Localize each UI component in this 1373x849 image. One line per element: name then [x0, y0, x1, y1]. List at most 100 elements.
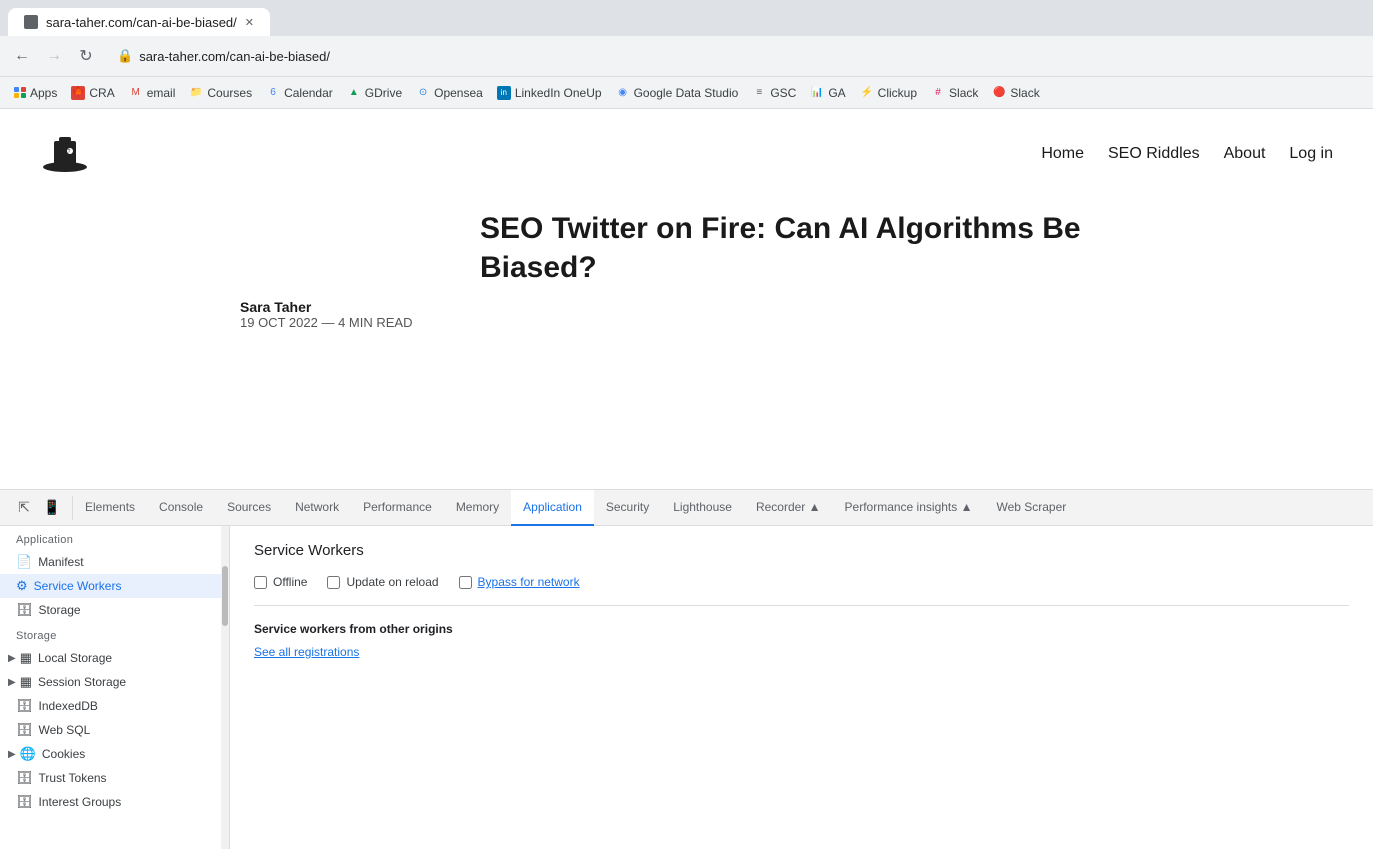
tab-web-scraper[interactable]: Web Scraper [984, 490, 1078, 526]
bookmark-google-data-studio[interactable]: ◉ Google Data Studio [610, 81, 745, 105]
tab-close-button[interactable]: ✕ [245, 16, 254, 29]
article-date: 19 OCT 2022 — 4 MIN READ [240, 315, 412, 330]
update-label: Update on reload [346, 575, 438, 589]
address-text: sara-taher.com/can-ai-be-biased/ [139, 49, 330, 64]
other-origins-section: Service workers from other origins See a… [254, 622, 1349, 659]
cookies-arrow-icon: ▶ [8, 749, 16, 760]
bookmark-ga[interactable]: 📊 GA [804, 81, 851, 105]
site-logo: ? [40, 129, 90, 179]
gsc-icon: ≡ [752, 86, 766, 100]
bookmark-linkedin[interactable]: in LinkedIn OneUp [491, 81, 608, 105]
offline-option[interactable]: Offline [254, 575, 307, 589]
bookmark-slack2[interactable]: 🔴 Slack [986, 81, 1045, 105]
address-bar[interactable]: 🔒 sara-taher.com/can-ai-be-biased/ [104, 42, 1365, 70]
sidebar-item-trust-tokens[interactable]: 🗄 Trust Tokens [0, 766, 221, 790]
bookmark-gdrive-label: GDrive [365, 86, 402, 100]
service-workers-icon: ⚙ [16, 578, 28, 594]
service-workers-title: Service Workers [254, 542, 1349, 559]
sidebar-application-label: Application [0, 526, 221, 550]
devtools-device-icon[interactable]: 📱 [40, 496, 64, 520]
courses-icon: 📁 [189, 86, 203, 100]
site-header: ? Home SEO Riddles About Log in [0, 129, 1373, 199]
sidebar-item-service-workers[interactable]: ⚙ Service Workers [0, 574, 221, 598]
bookmark-apps[interactable]: Apps [8, 81, 63, 105]
sidebar-item-cookies[interactable]: ▶ 🌐 Cookies [0, 742, 221, 766]
bookmark-apps-label: Apps [30, 86, 57, 100]
tab-application[interactable]: Application [511, 490, 594, 526]
reload-button[interactable]: ↻ [72, 42, 100, 70]
tab-memory[interactable]: Memory [444, 490, 511, 526]
article-author: Sara Taher [240, 299, 311, 315]
session-storage-icon: ▦ [20, 674, 32, 690]
bookmark-gdrive[interactable]: ▲ GDrive [341, 81, 408, 105]
bookmarks-bar: Apps 🍁 CRA M email 📁 Courses 6 Calendar … [0, 76, 1373, 108]
bookmark-calendar[interactable]: 6 Calendar [260, 81, 339, 105]
nav-seo-riddles[interactable]: SEO Riddles [1108, 145, 1200, 163]
sidebar-item-storage[interactable]: 🗄 Storage [0, 598, 221, 622]
bypass-checkbox[interactable] [459, 576, 472, 589]
sidebar-scrollbar-thumb[interactable] [222, 566, 228, 626]
update-checkbox[interactable] [327, 576, 340, 589]
offline-label: Offline [273, 575, 307, 589]
devtools-sidebar: Application 📄 Manifest ⚙ Service Workers… [0, 526, 230, 849]
opensea-icon: ⊙ [416, 86, 430, 100]
article-section: SEO Twitter on Fire: Can AI Algorithms B… [0, 199, 1373, 350]
tab-elements[interactable]: Elements [73, 490, 147, 526]
devtools-cursor-icon[interactable]: ⇱ [12, 496, 36, 520]
bookmark-clickup[interactable]: ⚡ Clickup [854, 81, 923, 105]
tab-performance[interactable]: Performance [351, 490, 444, 526]
email-icon: M [129, 86, 143, 100]
sidebar-item-web-sql[interactable]: 🗄 Web SQL [0, 718, 221, 742]
local-storage-arrow-icon: ▶ [8, 653, 16, 664]
offline-checkbox[interactable] [254, 576, 267, 589]
svg-text:?: ? [68, 149, 71, 155]
devtools-main-panel: Service Workers Offline Update on reload… [230, 526, 1373, 849]
tab-performance-insights[interactable]: Performance insights ▲ [833, 490, 985, 526]
linkedin-icon: in [497, 86, 511, 100]
back-button[interactable]: ← [8, 42, 36, 70]
see-all-registrations-link[interactable]: See all registrations [254, 645, 359, 659]
website-area: ? Home SEO Riddles About Log in SEO Twit… [0, 109, 1373, 489]
forward-button[interactable]: → [40, 42, 68, 70]
nav-about[interactable]: About [1224, 145, 1266, 163]
nav-login[interactable]: Log in [1289, 145, 1333, 163]
clickup-icon: ⚡ [860, 86, 874, 100]
sidebar-item-manifest[interactable]: 📄 Manifest [0, 550, 221, 574]
bookmark-courses[interactable]: 📁 Courses [183, 81, 258, 105]
sidebar-item-session-storage[interactable]: ▶ ▦ Session Storage [0, 670, 221, 694]
bookmark-cra[interactable]: 🍁 CRA [65, 81, 120, 105]
tab-sources[interactable]: Sources [215, 490, 283, 526]
bookmark-slack1-label: Slack [949, 86, 978, 100]
bookmark-gsc[interactable]: ≡ GSC [746, 81, 802, 105]
bookmark-ga-label: GA [828, 86, 845, 100]
bypass-link[interactable]: Bypass for network [478, 575, 580, 589]
devtools-tabs: ⇱ 📱 Elements Console Sources Network Per… [0, 490, 1373, 526]
article-meta: Sara Taher 19 OCT 2022 — 4 MIN READ [240, 299, 1333, 330]
bypass-for-network-option[interactable]: Bypass for network [459, 575, 580, 589]
bookmark-clickup-label: Clickup [878, 86, 917, 100]
bookmark-email-label: email [147, 86, 176, 100]
address-bar-row: ← → ↻ 🔒 sara-taher.com/can-ai-be-biased/ [0, 36, 1373, 76]
sidebar-item-local-storage[interactable]: ▶ ▦ Local Storage [0, 646, 221, 670]
bookmark-opensea[interactable]: ⊙ Opensea [410, 81, 489, 105]
tab-recorder[interactable]: Recorder ▲ [744, 490, 833, 526]
tab-network[interactable]: Network [283, 490, 351, 526]
tab-security[interactable]: Security [594, 490, 661, 526]
interest-groups-icon: 🗄 [16, 794, 33, 810]
sidebar-scrollbar[interactable] [221, 526, 229, 849]
bookmark-slack1[interactable]: # Slack [925, 81, 984, 105]
sidebar-item-interest-groups[interactable]: 🗄 Interest Groups [0, 790, 221, 814]
tab-console[interactable]: Console [147, 490, 215, 526]
update-on-reload-option[interactable]: Update on reload [327, 575, 438, 589]
sidebar-item-indexeddb[interactable]: 🗄 IndexedDB [0, 694, 221, 718]
tab-lighthouse[interactable]: Lighthouse [661, 490, 744, 526]
tab-title: sara-taher.com/can-ai-be-biased/ [46, 15, 237, 30]
bookmark-gsc-label: GSC [770, 86, 796, 100]
bookmark-slack2-label: Slack [1010, 86, 1039, 100]
service-workers-options: Offline Update on reload Bypass for netw… [254, 575, 1349, 606]
browser-tab[interactable]: sara-taher.com/can-ai-be-biased/ ✕ [8, 8, 270, 36]
logo-hat-icon: ? [40, 129, 90, 179]
bookmark-email[interactable]: M email [123, 81, 182, 105]
bookmark-linkedin-label: LinkedIn OneUp [515, 86, 602, 100]
nav-home[interactable]: Home [1041, 145, 1084, 163]
